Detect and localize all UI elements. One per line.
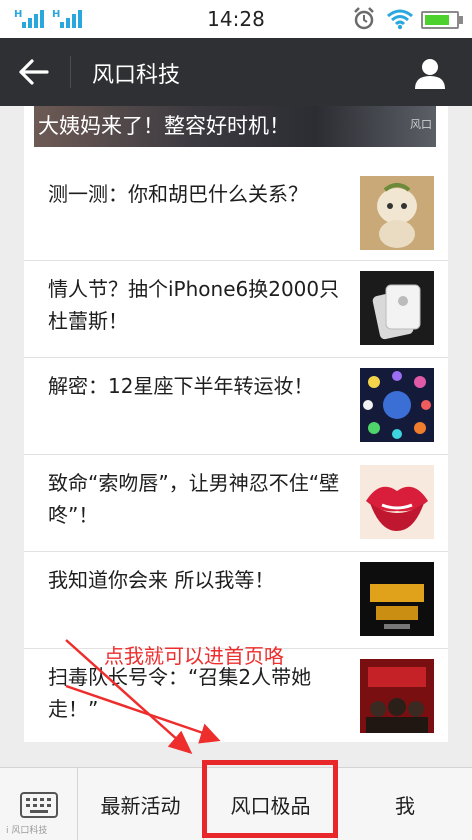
person-icon[interactable] [413,56,447,90]
banner-watermark: 风口 [410,118,432,131]
back-arrow-icon[interactable] [18,58,50,86]
article-thumbnail [360,465,434,539]
keyboard-icon [20,792,58,818]
alarm-icon [354,7,374,30]
banner[interactable]: 大姨妈来了！整容好时机！ 风口 [34,106,436,147]
article-thumbnail [360,368,434,442]
list-item[interactable]: 测一测：你和胡巴什么关系？ [24,166,448,261]
annotation-text: 点我就可以进首页咯 [104,644,284,668]
watermark: i 风口科技 [6,826,48,836]
status-bar: H H 14:28 [0,0,472,38]
wifi-icon [387,9,413,30]
page-title: 风口科技 [92,63,181,88]
list-item[interactable]: 致命“索吻唇”，让男神忍不住“壁咚”！ [24,455,448,552]
article-title: 致命“索吻唇”，让男神忍不住“壁咚”！ [48,471,340,527]
article-thumbnail [360,271,434,345]
menu-fengkou-jipin[interactable]: 风口极品 [204,768,338,840]
article-thumbnail [360,176,434,250]
menu-me[interactable]: 我 [338,768,472,840]
article-thumbnail [360,562,434,636]
list-item[interactable]: 解密：12星座下半年转运妆！ [24,358,448,455]
bottom-menu: 最新活动 风口极品 我 [0,767,472,840]
menu-latest-activities[interactable]: 最新活动 [78,768,204,840]
article-title: 测一测：你和胡巴什么关系？ [48,182,308,206]
battery-fill [425,15,449,25]
banner-title: 大姨妈来了！整容好时机！ [38,114,290,138]
app-header: 风口科技 [0,38,472,106]
battery-icon [421,11,463,29]
article-title: 扫毒队长号令：“召集2人带她走！” [48,665,312,721]
list-item[interactable]: 我知道你会来 所以我等！ [24,552,448,649]
article-title: 情人节？抽个iPhone6换2000只杜蕾斯！ [48,277,340,333]
header-divider [70,56,71,88]
article-title: 我知道你会来 所以我等！ [48,568,275,592]
article-title: 解密：12星座下半年转运妆！ [48,374,314,398]
list-item[interactable]: 情人节？抽个iPhone6换2000只杜蕾斯！ [24,261,448,358]
article-thumbnail [360,659,434,733]
